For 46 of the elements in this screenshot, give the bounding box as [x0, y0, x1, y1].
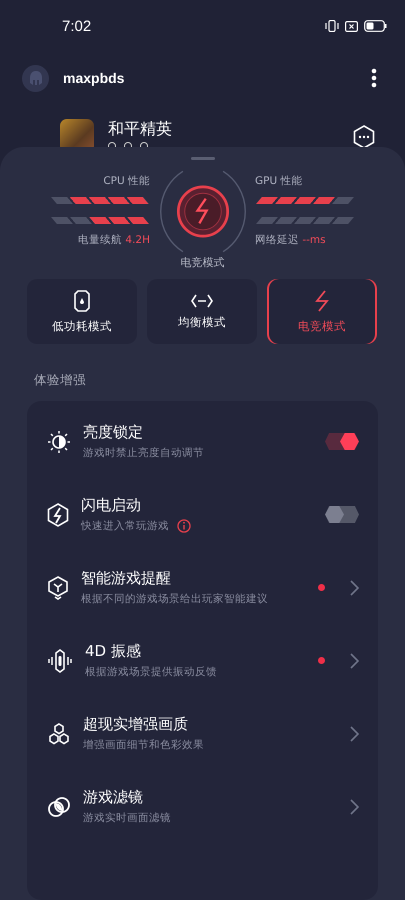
avatar-icon[interactable] [22, 64, 49, 92]
battery-label: 电量续航 4.2H [78, 233, 150, 247]
feature-description: 增强画面细节和色彩效果 [83, 738, 204, 752]
network-label: 网络延迟 --ms [255, 233, 326, 247]
three-hexagons-icon [47, 722, 71, 744]
chevron-right-icon[interactable] [350, 580, 359, 596]
chevron-right-icon[interactable] [350, 652, 359, 668]
username: maxpbds [63, 70, 126, 86]
game-title: 和平精英 [108, 119, 173, 139]
brightness-icon [47, 430, 71, 454]
vibration-icon [47, 648, 73, 672]
feature-title: 智能游戏提醒 [81, 569, 172, 587]
more-hex-icon[interactable] [353, 125, 375, 149]
mode-button[interactable]: 电竞模式 [267, 279, 377, 344]
feature-description: 根据不同的游戏场景给出玩家智能建议 [81, 592, 268, 606]
chevron-right-icon[interactable] [350, 726, 359, 742]
mode-button[interactable]: 低功耗模式 [27, 279, 137, 344]
cpu-label: CPU 性能 [103, 174, 150, 188]
toggle-switch[interactable] [325, 506, 359, 523]
section-title: 体验增强 [34, 372, 87, 389]
gpu-label: GPU 性能 [255, 174, 302, 188]
battery-icon [364, 20, 387, 32]
feature-title: 闪电启动 [81, 496, 142, 514]
lightning-icon [314, 290, 330, 312]
feature-title: 游戏滤镜 [83, 788, 144, 806]
chevron-right-icon[interactable] [350, 798, 359, 814]
feature-description: 游戏实时画面滤镜 [83, 811, 171, 825]
hex-lightning-icon [47, 502, 69, 526]
overlapping-circles-icon [47, 794, 71, 818]
feature-description: 快速进入常玩游戏 [81, 519, 169, 533]
sheet-handle[interactable] [190, 157, 214, 160]
vibrate-icon [325, 20, 339, 32]
info-icon[interactable] [177, 519, 191, 533]
more-options-icon[interactable] [371, 68, 377, 88]
sim-blocked-icon [345, 20, 358, 32]
status-time: 7:02 [62, 18, 92, 34]
current-mode-label: 电竞模式 [180, 255, 224, 270]
feature-description: 根据游戏场景提供振动反馈 [85, 665, 217, 679]
feature-description: 游戏时禁止亮度自动调节 [83, 446, 204, 460]
balance-icon [191, 294, 213, 308]
feature-title: 亮度锁定 [83, 423, 144, 441]
toggle-switch[interactable] [325, 433, 359, 450]
battery-drop-icon [74, 290, 90, 312]
feature-title: 4D 振感 [85, 642, 142, 660]
mode-button[interactable]: 均衡模式 [147, 279, 257, 344]
feature-title: 超现实增强画质 [83, 715, 189, 733]
